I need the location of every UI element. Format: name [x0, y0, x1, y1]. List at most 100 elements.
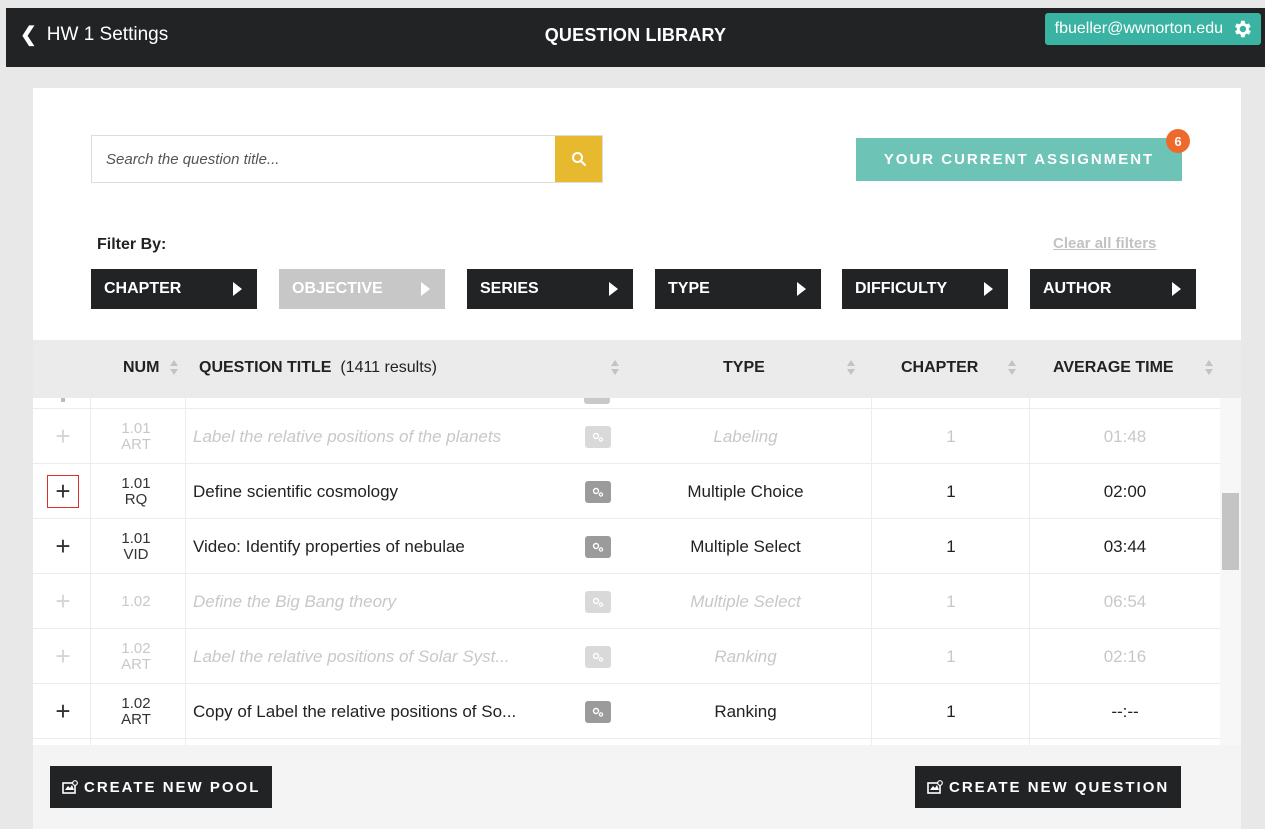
question-settings-button[interactable] [585, 645, 611, 668]
column-header-question-title[interactable]: QUESTION TITLE (1411 results) [199, 359, 437, 377]
add-question-button[interactable]: + [47, 464, 79, 519]
question-title[interactable]: Define scientific cosmology [193, 464, 573, 519]
gears-icon [592, 487, 604, 497]
scrollbar-thumb[interactable] [1222, 493, 1239, 570]
settings-icon [584, 398, 610, 404]
question-settings-button[interactable] [585, 590, 611, 613]
question-number: 1.01 ART [121, 419, 151, 453]
question-chapter: 1 [946, 646, 956, 666]
question-average-time: 02:16 [1103, 646, 1147, 666]
gears-icon [592, 652, 604, 662]
search-bar [91, 135, 603, 183]
question-type: Multiple Select [690, 536, 801, 556]
filter-label: OBJECTIVE [292, 280, 383, 297]
question-type: Labeling [713, 426, 778, 446]
sort-icon[interactable] [170, 360, 178, 376]
gears-icon [592, 597, 604, 607]
user-email: fbueller@wwnorton.edu [1054, 20, 1223, 37]
clear-all-filters-link[interactable]: Clear all filters [1053, 235, 1156, 252]
question-type: Multiple Select [690, 591, 801, 611]
sort-icon[interactable] [847, 360, 855, 376]
column-header-chapter[interactable]: CHAPTER [901, 359, 978, 377]
filter-type-button[interactable]: TYPE [655, 269, 821, 309]
question-average-time: 01:48 [1103, 426, 1147, 446]
sort-icon[interactable] [1008, 360, 1016, 376]
add-question-button[interactable]: + [47, 574, 79, 629]
question-average-time: 06:54 [1103, 591, 1147, 611]
caret-right-icon [421, 282, 430, 296]
question-library-panel: YOUR CURRENT ASSIGNMENT 6 Filter By: Cle… [33, 88, 1241, 829]
question-average-time: --:-- [1111, 701, 1139, 721]
user-menu[interactable]: fbueller@wwnorton.edu [1044, 13, 1261, 45]
sort-icon[interactable] [1205, 360, 1213, 376]
question-number: 1.01 VID [121, 529, 151, 563]
table-row: + 1.02 ART Copy of Label the relative pos… [33, 684, 1220, 739]
column-header-type[interactable]: TYPE [723, 359, 765, 377]
create-new-pool-label: CREATE NEW POOL [84, 778, 261, 796]
question-number: 1.02 [121, 592, 151, 610]
filter-label: AUTHOR [1043, 280, 1112, 297]
question-average-time: 02:00 [1103, 481, 1147, 501]
caret-right-icon [797, 282, 806, 296]
table-row: + 1.01 ART Label the relative positions o… [33, 409, 1220, 464]
create-new-pool-button[interactable]: CREATE NEW POOL [50, 766, 273, 808]
results-count: (1411 results) [340, 359, 437, 376]
filter-series-button[interactable]: SERIES [467, 269, 633, 309]
create-icon [62, 780, 78, 794]
question-settings-button[interactable] [585, 700, 611, 723]
filter-chapter-button[interactable]: CHAPTER [91, 269, 257, 309]
add-question-button[interactable]: + [47, 519, 79, 574]
question-settings-cell [584, 574, 612, 629]
filter-label: TYPE [668, 280, 710, 297]
table-scrollbar[interactable] [1220, 398, 1241, 745]
add-highlight-box[interactable]: + [47, 475, 79, 508]
question-title[interactable]: Label the relative positions of Solar Sy… [193, 629, 573, 684]
question-title[interactable]: Label the relative positions of the plan… [193, 409, 573, 464]
search-icon [571, 152, 586, 167]
caret-right-icon [984, 282, 993, 296]
assignment-count-badge: 6 [1166, 129, 1190, 153]
search-button[interactable] [555, 136, 602, 182]
filter-difficulty-button[interactable]: DIFFICULTY [842, 269, 1008, 309]
question-settings-cell [584, 464, 612, 519]
filter-author-button[interactable]: AUTHOR [1030, 269, 1196, 309]
caret-right-icon [1172, 282, 1181, 296]
filter-label: DIFFICULTY [855, 280, 948, 297]
question-settings-button[interactable] [585, 425, 611, 448]
question-type: Ranking [714, 701, 777, 721]
column-header-average-time[interactable]: AVERAGE TIME [1053, 359, 1174, 377]
table-row: + 1.01 VID Video: Identify properties of … [33, 519, 1220, 574]
add-question-button[interactable]: + [47, 409, 79, 464]
create-icon [927, 780, 943, 794]
gears-icon [592, 542, 604, 552]
table-row: + 1.01 RQ Define scientific cosmology Mul… [33, 464, 1220, 519]
question-average-time: 03:44 [1103, 536, 1147, 556]
question-number: 1.02 ART [121, 639, 151, 673]
question-chapter: 1 [946, 481, 956, 501]
gear-icon [1235, 20, 1251, 38]
add-question-button[interactable]: + [47, 684, 79, 739]
current-assignment-button[interactable]: YOUR CURRENT ASSIGNMENT [856, 138, 1182, 181]
question-type: Multiple Choice [687, 481, 804, 501]
column-header-num[interactable]: NUM [123, 359, 159, 377]
create-new-question-label: CREATE NEW QUESTION [949, 778, 1170, 796]
question-number: 1.01 RQ [121, 474, 151, 508]
sort-icon[interactable] [611, 360, 619, 376]
filter-label: CHAPTER [104, 280, 182, 297]
create-new-question-button[interactable]: CREATE NEW QUESTION [915, 766, 1182, 808]
search-input[interactable] [92, 136, 555, 182]
question-title[interactable]: Video: Identify properties of nebulae [193, 519, 573, 574]
table-row: + 1.02 Define the Big Bang theory Multip… [33, 574, 1220, 629]
gears-icon [592, 707, 604, 717]
question-settings-cell [584, 684, 612, 739]
caret-right-icon [233, 282, 242, 296]
add-question-button[interactable]: + [47, 629, 79, 684]
question-title[interactable]: Copy of Label the relative positions of … [193, 684, 573, 739]
question-title[interactable]: Define the Big Bang theory [193, 574, 573, 629]
question-settings-button[interactable] [585, 480, 611, 503]
add-icon [61, 398, 65, 402]
top-bar-inner: ❮ HW 1 Settings QUESTION LIBRARY fbuelle… [6, 8, 1265, 67]
filter-objective-button[interactable]: OBJECTIVE [279, 269, 445, 309]
question-settings-button[interactable] [585, 535, 611, 558]
gears-icon [592, 432, 604, 442]
